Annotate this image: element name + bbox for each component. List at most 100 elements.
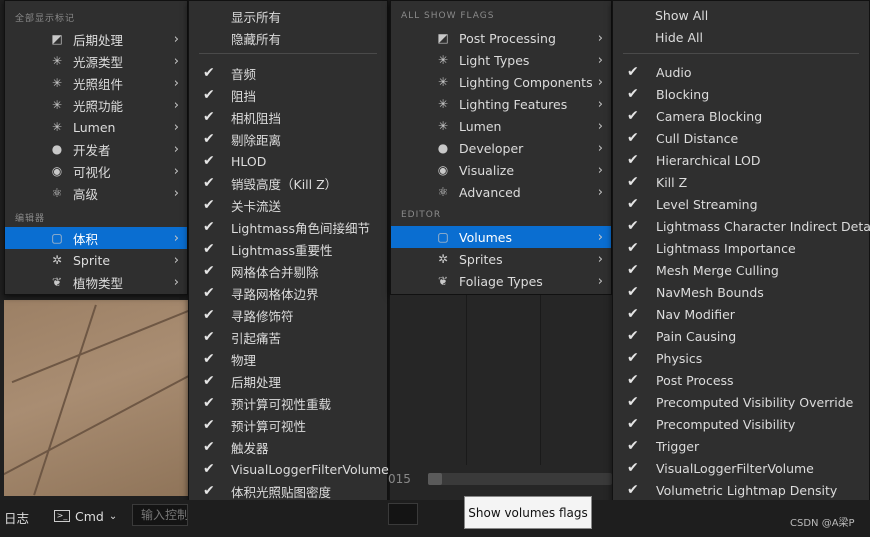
- output-log-tab[interactable]: 日志: [4, 508, 29, 527]
- flag-label: 音频: [231, 66, 257, 82]
- flag-checkbox-item[interactable]: ✔ Post Process: [613, 369, 869, 391]
- flag-checkbox-item[interactable]: ✔ Lightmass Importance: [613, 237, 869, 259]
- flag-checkbox-item[interactable]: ✔ Camera Blocking: [613, 105, 869, 127]
- menu-item[interactable]: ✳ Light Types ›: [391, 49, 611, 71]
- flag-checkbox-item[interactable]: ✔ NavMesh Bounds: [613, 281, 869, 303]
- menu-item-label: 体积: [73, 231, 99, 247]
- flag-checkbox-item[interactable]: ✔ Level Streaming: [613, 193, 869, 215]
- flag-checkbox-item[interactable]: ✔ Volumetric Lightmap Density: [613, 479, 869, 501]
- flag-checkbox-item[interactable]: ✔ HLOD: [189, 150, 387, 172]
- flag-checkbox-item[interactable]: ✔ Cull Distance: [613, 127, 869, 149]
- flag-checkbox-item[interactable]: ✔ Physics: [613, 347, 869, 369]
- menu-item[interactable]: ▢ Volumes ›: [391, 226, 611, 248]
- chevron-right-icon: ›: [597, 96, 603, 112]
- flag-checkbox-item[interactable]: ✔ 相机阻挡: [189, 106, 387, 128]
- flag-checkbox-item[interactable]: ✔ 引起痛苦: [189, 326, 387, 348]
- flag-checkbox-item[interactable]: ✔ 阻挡: [189, 84, 387, 106]
- checkmark-icon: ✔: [627, 130, 639, 146]
- menu-item-label: Sprites: [459, 251, 503, 267]
- menu-item[interactable]: ✳ 光照功能 ›: [5, 94, 187, 116]
- hide-all-item[interactable]: Hide All: [655, 26, 703, 48]
- menu-item[interactable]: ▢ 体积 ›: [5, 227, 187, 249]
- menu-item[interactable]: ❦ Foliage Types ›: [391, 270, 611, 292]
- horizontal-scrollbar[interactable]: [428, 473, 612, 485]
- flag-checkbox-item[interactable]: ✔ 寻路修饰符: [189, 304, 387, 326]
- show-all-item[interactable]: Show All: [655, 4, 708, 26]
- flag-checkbox-item[interactable]: ✔ 物理: [189, 348, 387, 370]
- flag-checkbox-item[interactable]: ✔ VisualLoggerFilterVolume: [189, 458, 389, 480]
- scrollbar-thumb[interactable]: [428, 473, 442, 485]
- flag-checkbox-item[interactable]: ✔ 寻路网格体边界: [189, 282, 387, 304]
- flag-checkbox-item[interactable]: ✔ 销毁高度（Kill Z）: [189, 172, 387, 194]
- flag-label: Cull Distance: [656, 130, 739, 146]
- flag-checkbox-item[interactable]: ✔ 后期处理: [189, 370, 387, 392]
- flag-label: 关卡流送: [231, 198, 282, 214]
- menu-item[interactable]: ● Developer ›: [391, 137, 611, 159]
- checkmark-icon: ✔: [627, 218, 639, 234]
- menu-item-label: 高级: [73, 186, 99, 202]
- flag-checkbox-item[interactable]: ✔ 预计算可视性: [189, 414, 387, 436]
- input-field[interactable]: [388, 503, 418, 525]
- visualize-icon: ◉: [51, 164, 63, 178]
- frame-number: 015: [388, 472, 411, 486]
- menu-item[interactable]: ✲ Sprite ›: [5, 249, 187, 271]
- flag-checkbox-item[interactable]: ✔ 音频: [189, 62, 387, 84]
- flag-checkbox-item[interactable]: ✔ Pain Causing: [613, 325, 869, 347]
- flag-checkbox-item[interactable]: ✔ VisualLoggerFilterVolume: [613, 457, 869, 479]
- menu-item[interactable]: ✳ 光源类型 ›: [5, 50, 187, 72]
- show-all-item[interactable]: 显示所有: [231, 5, 281, 27]
- flag-checkbox-item[interactable]: ✔ Lightmass重要性: [189, 238, 387, 260]
- flag-checkbox-item[interactable]: ✔ Precomputed Visibility: [613, 413, 869, 435]
- menu-item[interactable]: ✳ 光照组件 ›: [5, 72, 187, 94]
- volumes-icon: ▢: [51, 231, 63, 245]
- menu-item[interactable]: ⚛ Advanced ›: [391, 181, 611, 203]
- flag-label: Kill Z: [656, 174, 688, 190]
- sprites-icon: ✲: [51, 253, 63, 267]
- hide-all-item[interactable]: 隐藏所有: [231, 27, 281, 49]
- chevron-right-icon: ›: [173, 119, 179, 135]
- flag-checkbox-item[interactable]: ✔ Precomputed Visibility Override: [613, 391, 869, 413]
- flag-checkbox-item[interactable]: ✔ Kill Z: [613, 171, 869, 193]
- level-viewport[interactable]: [4, 300, 188, 496]
- flag-label: 预计算可视性重载: [231, 396, 332, 412]
- menu-item[interactable]: ✲ Sprites ›: [391, 248, 611, 270]
- flag-checkbox-item[interactable]: ✔ Lightmass角色间接细节: [189, 216, 387, 238]
- menu-item[interactable]: ◩ 后期处理 ›: [5, 28, 187, 50]
- flag-checkbox-item[interactable]: ✔ 体积光照贴图密度: [189, 480, 387, 502]
- menu-item[interactable]: ◉ 可视化 ›: [5, 160, 187, 182]
- flag-checkbox-item[interactable]: ✔ 预计算可视性重载: [189, 392, 387, 414]
- flag-checkbox-item[interactable]: ✔ Trigger: [613, 435, 869, 457]
- flag-checkbox-item[interactable]: ✔ Hierarchical LOD: [613, 149, 869, 171]
- menu-item[interactable]: ✳ Lumen ›: [391, 115, 611, 137]
- viewport-seam: [4, 363, 188, 479]
- flag-checkbox-item[interactable]: ✔ 网格体合并剔除: [189, 260, 387, 282]
- flag-checkbox-item[interactable]: ✔ 剔除距离: [189, 128, 387, 150]
- checkmark-icon: ✔: [627, 416, 639, 432]
- flag-label: Trigger: [656, 438, 700, 454]
- flag-checkbox-item[interactable]: ✔ 触发器: [189, 436, 387, 458]
- flag-checkbox-item[interactable]: ✔ Lightmass Character Indirect Detail: [613, 215, 870, 237]
- flag-checkbox-item[interactable]: ✔ Nav Modifier: [613, 303, 869, 325]
- menu-item[interactable]: ◩ Post Processing ›: [391, 27, 611, 49]
- flag-label: Volumetric Lightmap Density: [656, 482, 838, 498]
- menu-item[interactable]: ● 开发者 ›: [5, 138, 187, 160]
- light-types-icon: ✳: [51, 54, 63, 68]
- flag-checkbox-item[interactable]: ✔ Mesh Merge Culling: [613, 259, 869, 281]
- menu-item[interactable]: ⚛ 高级 ›: [5, 182, 187, 204]
- chevron-right-icon: ›: [173, 75, 179, 91]
- menu-item[interactable]: ✳ Lumen ›: [5, 116, 187, 138]
- cmd-label: Cmd: [75, 508, 104, 524]
- checkmark-icon: ✔: [203, 197, 215, 213]
- menu-item[interactable]: ✳ Lighting Components ›: [391, 71, 611, 93]
- checkmark-icon: ✔: [203, 219, 215, 235]
- flag-checkbox-item[interactable]: ✔ Audio: [613, 61, 869, 83]
- checkmark-icon: ✔: [627, 64, 639, 80]
- flag-checkbox-item[interactable]: ✔ 关卡流送: [189, 194, 387, 216]
- menu-item[interactable]: ✳ Lighting Features ›: [391, 93, 611, 115]
- menu-item[interactable]: ◉ Visualize ›: [391, 159, 611, 181]
- cmd-dropdown-button[interactable]: >_ Cmd ⌄: [46, 504, 126, 528]
- menu-item[interactable]: ❦ 植物类型 ›: [5, 271, 187, 293]
- console-command-input[interactable]: 输入控制: [132, 504, 188, 526]
- flag-checkbox-item[interactable]: ✔ Blocking: [613, 83, 869, 105]
- chevron-right-icon: ›: [173, 53, 179, 69]
